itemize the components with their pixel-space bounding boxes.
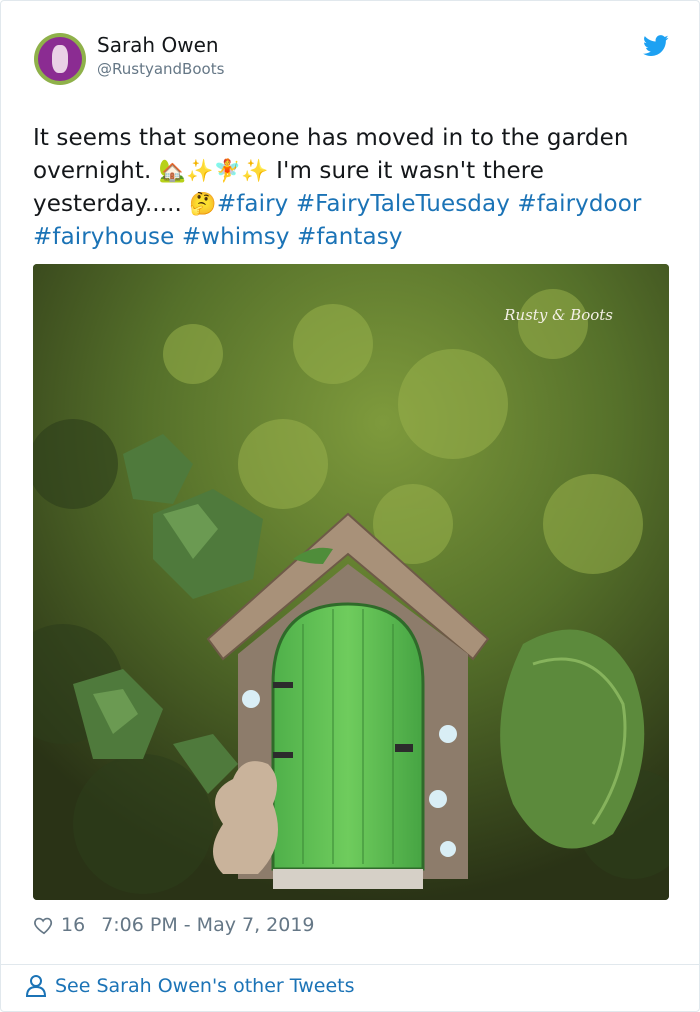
like-count[interactable]: 16: [61, 914, 85, 936]
hashtag-link[interactable]: #fairydoor: [517, 191, 641, 217]
hashtag-link[interactable]: #fantasy: [297, 224, 403, 250]
tweet-timestamp[interactable]: 7:06 PM - May 7, 2019: [101, 914, 314, 936]
person-icon: [25, 975, 47, 997]
tweet-stats: 16 7:06 PM - May 7, 2019: [33, 911, 315, 939]
embedded-tweet-card: Sarah Owen @RustyandBoots It seems that …: [0, 0, 700, 1012]
tweet-emoji-2: 🤔: [189, 192, 217, 217]
tweet-emoji-1: 🏡✨🧚✨: [158, 159, 269, 184]
tweet-text: It seems that someone has moved in to th…: [33, 122, 673, 254]
avatar[interactable]: [34, 33, 86, 85]
author-handle[interactable]: @RustyandBoots: [97, 59, 224, 79]
heart-icon[interactable]: [33, 914, 55, 936]
other-tweets-link[interactable]: See Sarah Owen's other Tweets: [25, 974, 355, 998]
fairy-door-photo: [33, 264, 669, 900]
avatar-figure: [52, 45, 68, 73]
other-tweets-label[interactable]: See Sarah Owen's other Tweets: [55, 975, 355, 997]
footer-divider: [1, 964, 699, 965]
twitter-bird-icon[interactable]: [643, 35, 669, 57]
author-name[interactable]: Sarah Owen: [97, 33, 219, 57]
hashtag-link[interactable]: #FairyTaleTuesday: [296, 191, 510, 217]
photo-watermark: Rusty & Boots: [504, 306, 613, 324]
hashtag-link[interactable]: #whimsy: [182, 224, 290, 250]
hashtag-link[interactable]: #fairyhouse: [33, 224, 174, 250]
hashtag-link[interactable]: #fairy: [217, 191, 289, 217]
tweet-photo[interactable]: Rusty & Boots: [33, 264, 669, 900]
